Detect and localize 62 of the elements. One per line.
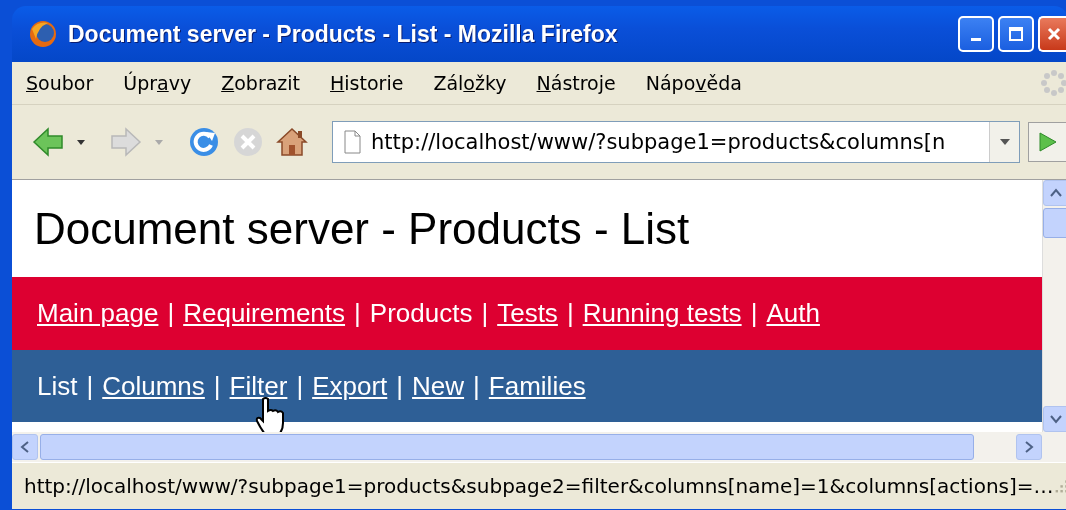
caret-icon	[76, 138, 86, 146]
menu-item[interactable]: Záložky	[433, 72, 507, 94]
window-title: Document server - Products - List - Mozilla Firefox	[68, 20, 619, 48]
scroll-right-button[interactable]	[1016, 434, 1042, 460]
forward-arrow-icon	[110, 126, 144, 158]
chevron-down-icon	[1050, 414, 1062, 424]
nav-link[interactable]: Filter	[229, 370, 288, 402]
scrollbar-thumb[interactable]	[40, 434, 974, 460]
scroll-down-button[interactable]	[1043, 406, 1066, 432]
close-button[interactable]	[1038, 16, 1066, 52]
nav-link[interactable]: Running tests	[582, 298, 742, 329]
menu-item[interactable]: Nástroje	[536, 72, 616, 94]
page-icon	[343, 130, 363, 154]
menu-item[interactable]: Zobrazit	[221, 72, 301, 94]
current-page-label: Products	[369, 298, 473, 329]
play-icon	[1037, 131, 1059, 153]
firefox-logo-icon	[28, 19, 58, 49]
minimize-button[interactable]	[958, 16, 994, 52]
separator: |	[86, 370, 94, 402]
status-text: http://localhost/www/?subpage1=products&subpage2=filter&columns[name]=1&columns[actions]=…	[24, 474, 1054, 498]
nav-link[interactable]: Families	[488, 370, 586, 402]
separator: |	[167, 298, 175, 329]
separator: |	[473, 370, 480, 402]
back-arrow-icon	[32, 126, 66, 158]
menu-item[interactable]: Soubor	[26, 72, 94, 94]
scroll-left-button[interactable]	[12, 434, 38, 460]
maximize-button[interactable]	[998, 16, 1034, 52]
separator: |	[566, 298, 574, 329]
separator: |	[396, 370, 404, 402]
scrollbar-thumb[interactable]	[1043, 208, 1066, 238]
nav-link[interactable]: Columns	[102, 370, 205, 402]
go-button[interactable]	[1028, 122, 1066, 162]
nav-link[interactable]: New	[412, 370, 465, 402]
resize-grip-icon	[1053, 477, 1066, 495]
menu-item[interactable]: Úpravy	[123, 72, 192, 94]
minimize-icon	[971, 38, 981, 41]
nav-link[interactable]: Export	[312, 370, 388, 402]
close-icon	[1046, 26, 1062, 42]
caret-icon	[154, 138, 164, 146]
address-dropdown-button[interactable]	[989, 122, 1019, 162]
menu-item[interactable]: Historie	[330, 72, 404, 94]
page-heading: Document server - Products - List	[34, 203, 690, 254]
caret-icon	[998, 138, 1011, 146]
chevron-up-icon	[1050, 188, 1062, 198]
menu-item[interactable]: Nápověda	[645, 72, 742, 94]
separator: |	[354, 298, 361, 329]
current-page-label: List	[37, 370, 78, 402]
nav-link[interactable]: Tests	[497, 298, 558, 329]
throbber-icon	[1040, 69, 1066, 97]
maximize-icon	[1008, 26, 1024, 42]
nav-link[interactable]: Main page	[37, 298, 159, 329]
separator: |	[750, 298, 758, 329]
nav-link[interactable]: Auth	[766, 298, 820, 329]
chevron-right-icon	[1024, 441, 1034, 453]
nav-link[interactable]: Requirements	[183, 298, 346, 329]
scroll-up-button[interactable]	[1043, 180, 1066, 206]
chevron-left-icon	[20, 441, 30, 453]
separator: |	[296, 370, 304, 402]
separator: |	[481, 298, 489, 329]
separator: |	[213, 370, 221, 402]
address-field[interactable]: http://localhost/www/?subpage1=products&columns[n	[332, 121, 1020, 163]
home-icon	[276, 126, 310, 158]
